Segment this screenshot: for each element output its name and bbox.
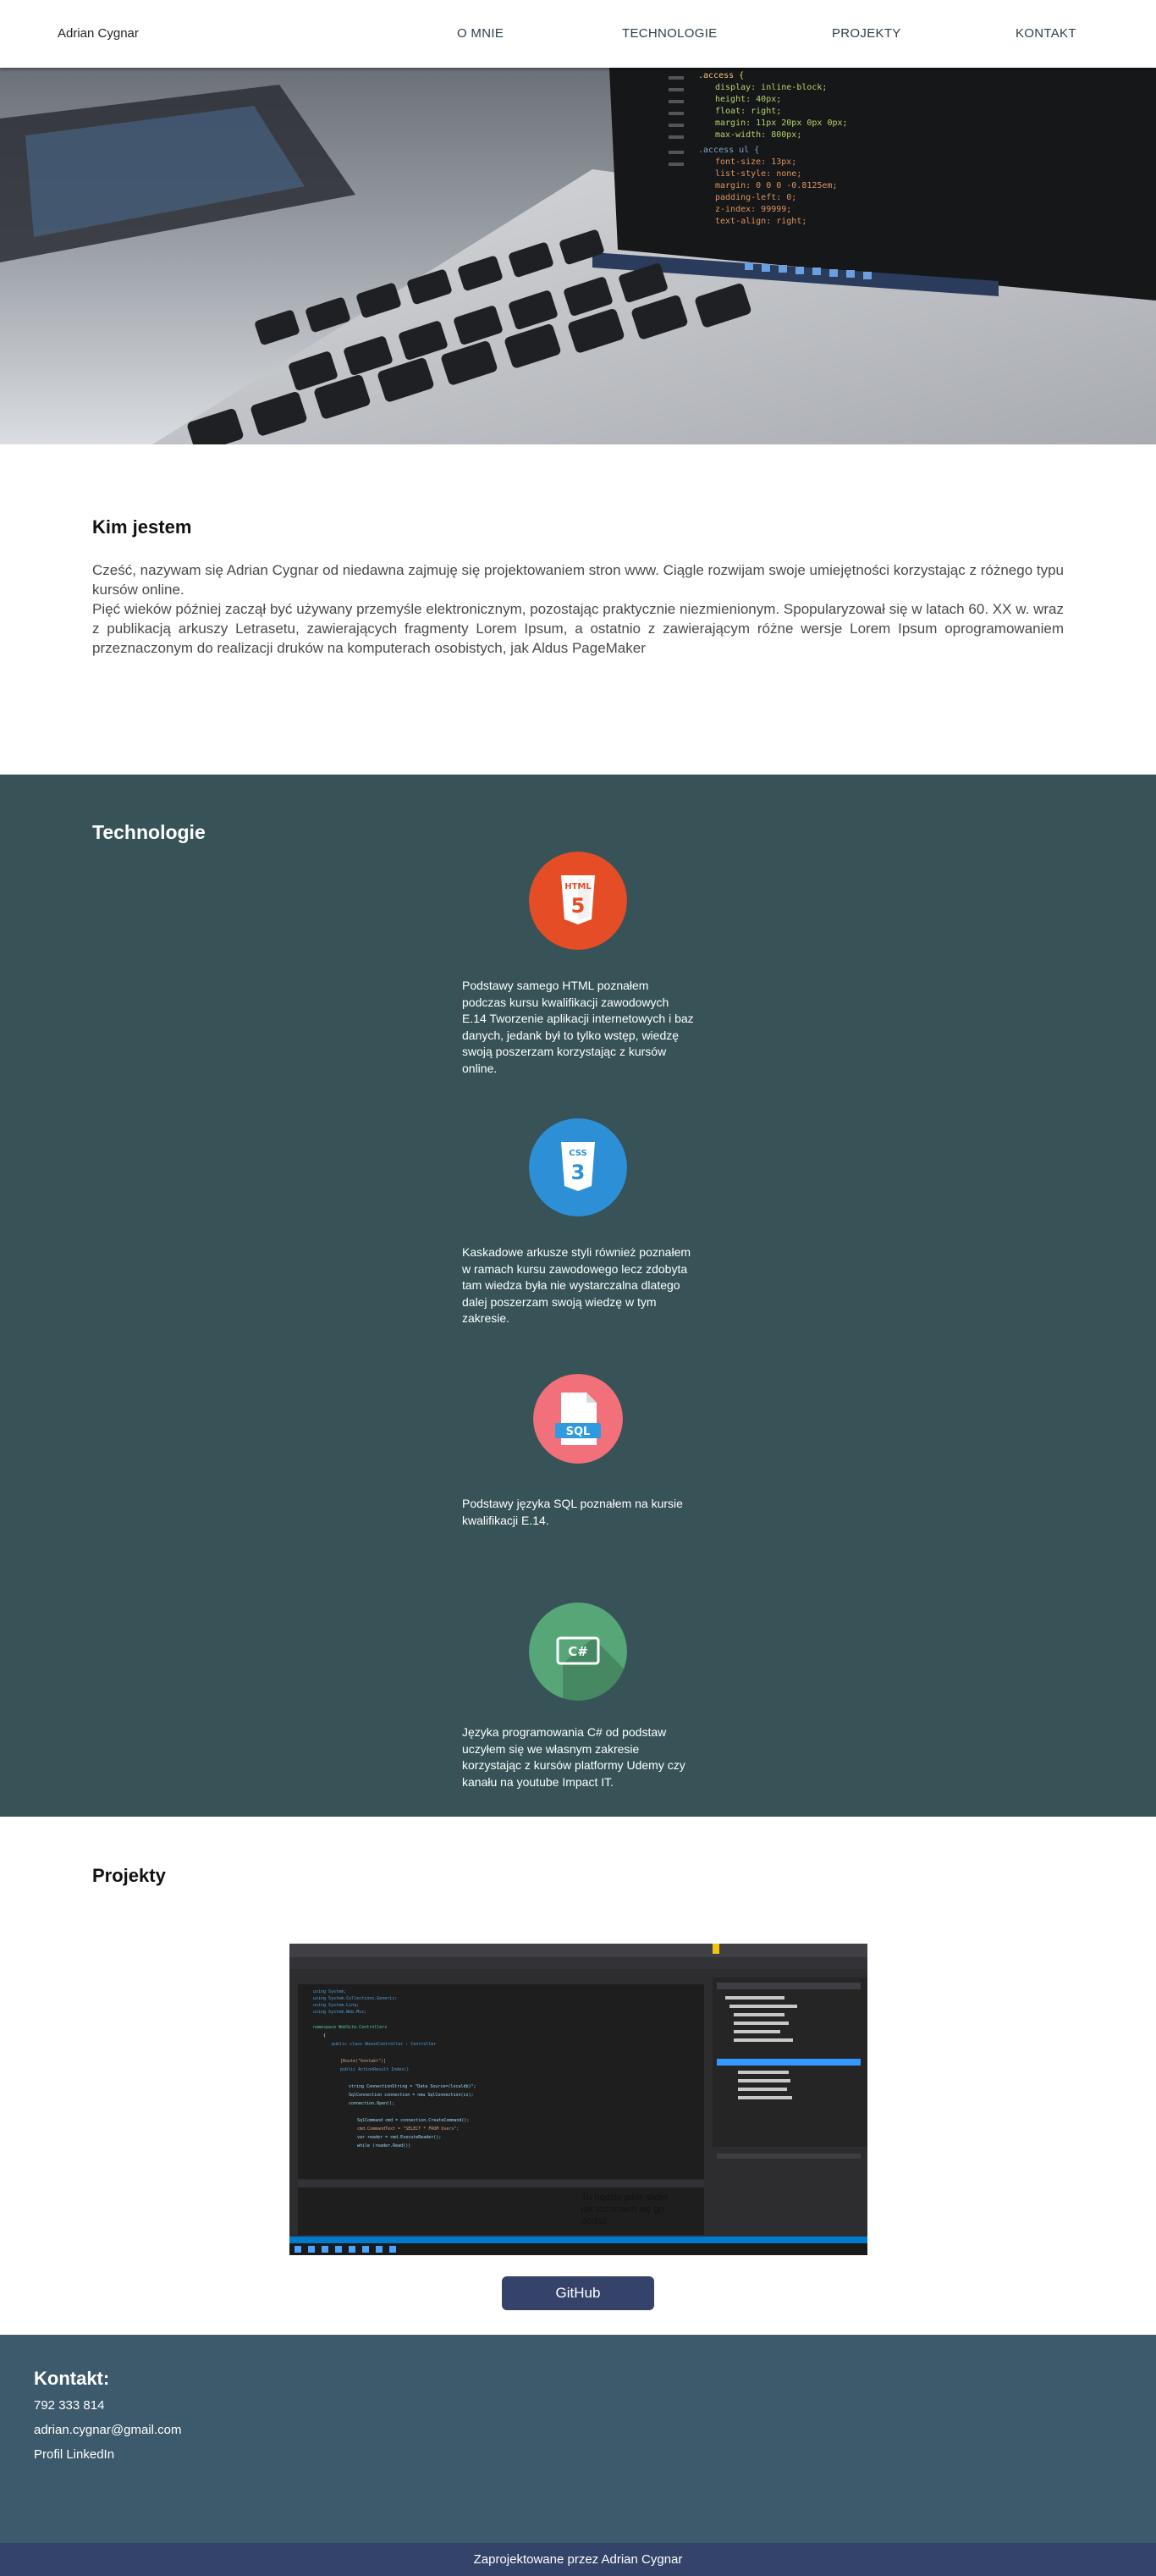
footer: Zaprojektowane przez Adrian Cygnar <box>0 2543 1156 2576</box>
svg-text:C#: C# <box>568 1644 588 1659</box>
nav-link-o-mnie[interactable]: O MNIE <box>457 26 504 41</box>
footer-credit: Zaprojektowane przez Adrian Cygnar <box>473 2552 683 2567</box>
svg-text:using System.Linq;: using System.Linq; <box>313 2003 359 2008</box>
contact-section: Kontakt: 792 333 814 adrian.cygnar@gmail… <box>0 2335 1156 2543</box>
svg-text:z-index: 99999;: z-index: 99999; <box>715 205 791 214</box>
contact-phone: 792 333 814 <box>34 2398 105 2413</box>
projects-section: Projekty using System; using System.Coll… <box>0 1817 1156 2335</box>
svg-text:SQL: SQL <box>566 1426 591 1438</box>
laptop-illustration: .access { display: inline-block; height:… <box>0 68 1156 444</box>
about-title: Kim jestem <box>92 516 192 538</box>
svg-text:list-style: none;: list-style: none; <box>715 169 801 179</box>
svg-text:jak rozumiem się go: jak rozumiem się go <box>581 2204 664 2215</box>
about-text: Cześć, nazywam się Adrian Cygnar od nied… <box>92 562 1064 656</box>
svg-text:Tu będzie jakiś slider: Tu będzie jakiś slider <box>581 2193 669 2203</box>
svg-text:padding-left: 0;: padding-left: 0; <box>715 193 796 202</box>
svg-text:public class AboutController :: public class AboutController : Controlle… <box>332 2042 436 2047</box>
svg-text:namespace WebSite.Controllers: namespace WebSite.Controllers <box>313 2025 387 2030</box>
github-button[interactable]: GitHub <box>502 2276 654 2310</box>
nav-link-projekty[interactable]: PROJEKTY <box>832 26 901 41</box>
tech-text-sql: Podstawy języka SQL poznałem na kursie k… <box>462 1497 683 1527</box>
svg-text:{: { <box>323 2033 326 2038</box>
top-navbar: Adrian Cygnar O MNIE TECHNOLOGIE PROJEKT… <box>0 0 1156 68</box>
csharp-icon: C# <box>529 1602 627 1701</box>
tech-text-html: Podstawy samego HTML poznałem podczas ku… <box>462 979 694 1075</box>
svg-text:using System.Web.Mvc;: using System.Web.Mvc; <box>313 2010 366 2015</box>
svg-text:public ActionResult Index(): public ActionResult Index() <box>340 2067 409 2072</box>
linkedin-profile-link[interactable]: Profil LinkedIn <box>34 2447 114 2462</box>
nav-link-technologie[interactable]: TECHNOLOGIE <box>622 26 717 41</box>
svg-text:max-width: 800px;: max-width: 800px; <box>715 130 801 140</box>
hero-laptop-image: .access { display: inline-block; height:… <box>0 68 1156 444</box>
svg-text:string ConnectionString = "Dat: string ConnectionString = "Data Source=(… <box>349 2084 476 2089</box>
brand-name[interactable]: Adrian Cygnar <box>58 26 139 41</box>
project-screenshot[interactable]: using System; using System.Collections.G… <box>289 1944 867 2255</box>
svg-text:using System;: using System; <box>313 1989 346 1994</box>
sql-file-icon: SQL <box>533 1374 623 1464</box>
svg-text:display: inline-block;: display: inline-block; <box>715 83 827 92</box>
svg-text:SqlCommand cmd = connection.Cr: SqlCommand cmd = connection.CreateComman… <box>357 2118 469 2123</box>
svg-text:3: 3 <box>571 1161 586 1184</box>
tech-section: Technologie HTML 5 Podstawy samego HTML … <box>0 775 1156 1817</box>
projects-title: Projekty <box>92 1865 166 1886</box>
svg-text:height: 40px;: height: 40px; <box>715 95 781 104</box>
about-section: Kim jestem Cześć, nazywam się Adrian Cyg… <box>0 444 1156 775</box>
nav-link-kontakt[interactable]: KONTAKT <box>1016 26 1076 41</box>
tech-title: Technologie <box>92 821 206 843</box>
svg-text:text-align: right;: text-align: right; <box>715 217 806 226</box>
svg-text:5: 5 <box>571 894 586 918</box>
svg-text:SqlConnection connection = new: SqlConnection connection = new SqlConnec… <box>349 2093 474 2098</box>
svg-text:var reader = cmd.ExecuteReader: var reader = cmd.ExecuteReader(); <box>357 2135 441 2140</box>
svg-text:.access {: .access { <box>698 71 744 80</box>
svg-text:using System.Collections.Gener: using System.Collections.Generic; <box>313 1996 397 2001</box>
svg-text:float: right;: float: right; <box>715 107 781 116</box>
svg-text:.access ul {: .access ul { <box>698 146 759 155</box>
svg-text:CSS: CSS <box>569 1149 586 1158</box>
svg-text:[Route("kontakt")]: [Route("kontakt")] <box>340 2059 386 2064</box>
svg-text:while (reader.Read()): while (reader.Read()) <box>357 2143 410 2149</box>
svg-text:margin: 11px 20px 0px 0px;: margin: 11px 20px 0px 0px; <box>715 119 848 128</box>
svg-text:margin: 0 0 0 -0.8125em;: margin: 0 0 0 -0.8125em; <box>715 181 838 190</box>
html5-icon: HTML 5 <box>529 852 627 950</box>
svg-text:font-size: 13px;: font-size: 13px; <box>715 157 796 167</box>
contact-email-link[interactable]: adrian.cygnar@gmail.com <box>34 2423 181 2437</box>
tech-text-csharp: Języka programowania C# od podstaw uczył… <box>462 1725 685 1789</box>
css3-icon: CSS 3 <box>529 1118 627 1216</box>
svg-text:connection.Open();: connection.Open(); <box>349 2101 394 2106</box>
svg-text:dodać: dodać <box>581 2216 607 2226</box>
svg-text:cmd.CommandText = "SELECT * FR: cmd.CommandText = "SELECT * FROM Users"; <box>357 2126 459 2132</box>
contact-title: Kontakt: <box>34 2368 110 2389</box>
svg-text:HTML: HTML <box>564 882 592 891</box>
tech-text-css: Kaskadowe arkusze styli również poznałem… <box>462 1245 691 1325</box>
